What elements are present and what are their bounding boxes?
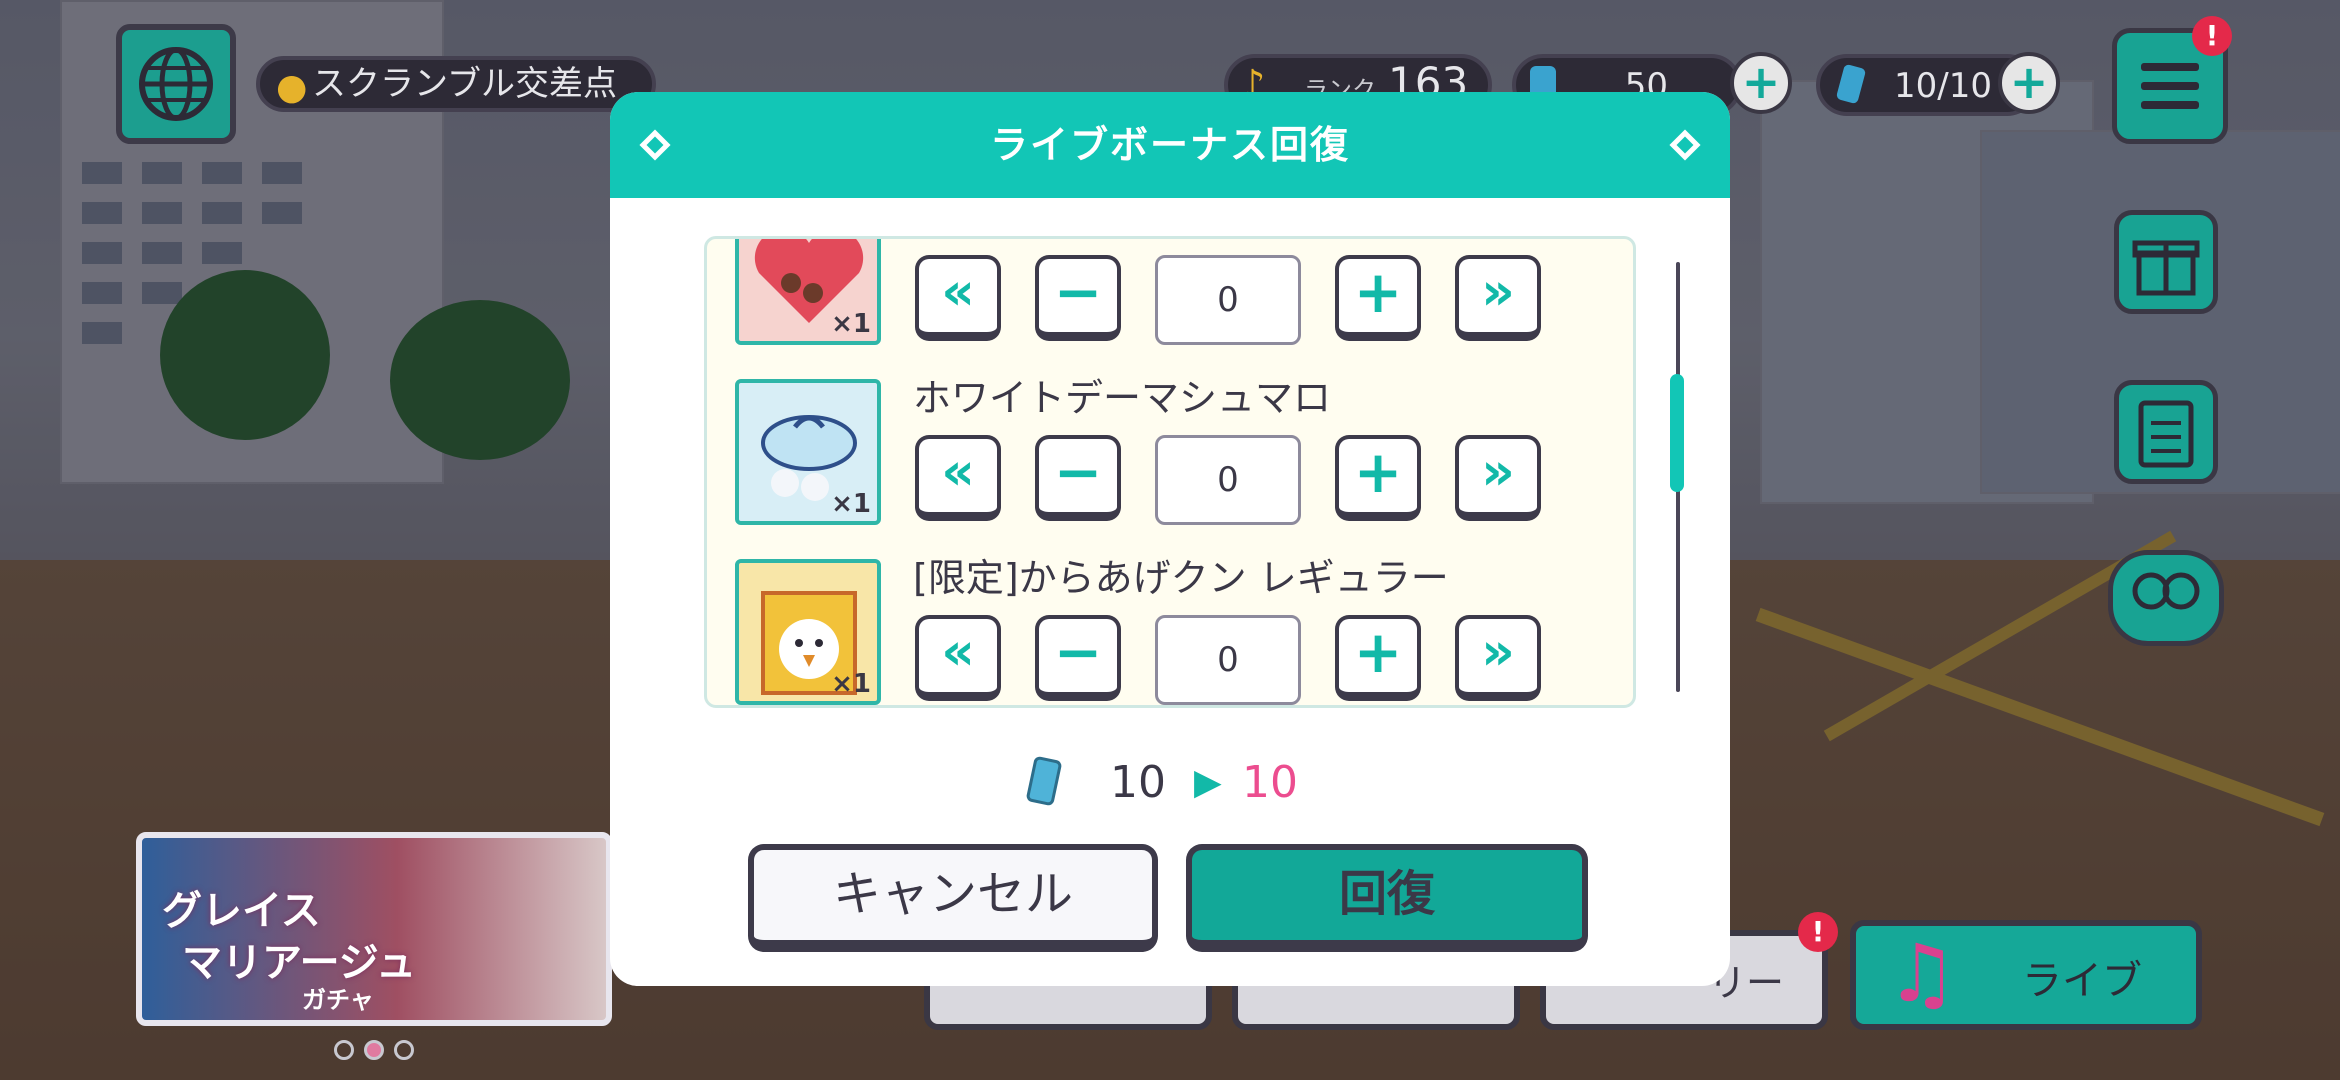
list-scrollbar-thumb[interactable] bbox=[1670, 374, 1684, 492]
decrease-button[interactable]: − bbox=[1035, 255, 1121, 341]
increase-button[interactable]: + bbox=[1335, 435, 1421, 521]
item-list[interactable]: ×1 « − 0 + » ×1 ホワイトデーマシュマロ « − 0 + » ×1… bbox=[704, 236, 1636, 708]
gacha-banner[interactable]: グレイス マリアージュ ガチャ bbox=[136, 832, 612, 1026]
cancel-button[interactable]: キャンセル bbox=[748, 844, 1158, 952]
decrease-max-button[interactable]: « bbox=[915, 615, 1001, 701]
location-pin-icon: ● bbox=[276, 67, 308, 108]
friends-icon bbox=[2132, 572, 2200, 610]
increase-max-button[interactable]: » bbox=[1455, 435, 1541, 521]
increase-max-button[interactable]: » bbox=[1455, 255, 1541, 341]
decrease-max-button[interactable]: « bbox=[915, 435, 1001, 521]
increase-button[interactable]: + bbox=[1335, 255, 1421, 341]
banner-page-dot[interactable] bbox=[394, 1040, 414, 1060]
world-map-button[interactable] bbox=[116, 24, 236, 144]
decrease-button[interactable]: − bbox=[1035, 615, 1121, 701]
add-gems-button[interactable]: + bbox=[1730, 52, 1792, 114]
mission-button[interactable] bbox=[2114, 380, 2218, 484]
quantity-field[interactable]: 0 bbox=[1155, 255, 1301, 345]
add-energy-button[interactable]: + bbox=[1998, 52, 2060, 114]
clipboard-icon bbox=[2138, 400, 2194, 468]
location-label: ● スクランブル交差点 bbox=[256, 56, 656, 112]
decrease-button[interactable]: − bbox=[1035, 435, 1121, 521]
banner-page-dot-active[interactable] bbox=[364, 1040, 384, 1060]
item-icon: ×1 bbox=[735, 239, 881, 345]
item-icon: ×1 bbox=[735, 379, 881, 525]
increase-button[interactable]: + bbox=[1335, 615, 1421, 701]
arrow-right-icon: ▶ bbox=[1194, 762, 1222, 803]
menu-notification-badge: ! bbox=[2192, 16, 2232, 56]
quantity-field[interactable]: 0 bbox=[1155, 615, 1301, 705]
friends-button[interactable] bbox=[2108, 550, 2224, 646]
music-note-icon: ♫ bbox=[1886, 927, 1958, 1020]
live-bonus-recovery-dialog: ライブボーナス回復 ×1 « − 0 + » ×1 ホワイトデーマシュマロ « … bbox=[610, 92, 1730, 986]
energy-drink-icon bbox=[1025, 755, 1063, 807]
quantity-field[interactable]: 0 bbox=[1155, 435, 1301, 525]
energy-change-row: 10 ▶ 10 bbox=[610, 748, 1730, 818]
dialog-title: ライブボーナス回復 bbox=[989, 123, 1350, 167]
increase-max-button[interactable]: » bbox=[1455, 615, 1541, 701]
gift-button[interactable] bbox=[2114, 210, 2218, 314]
globe-icon bbox=[139, 47, 213, 121]
gift-icon bbox=[2132, 240, 2200, 296]
energy-drink-icon bbox=[1835, 63, 1867, 105]
item-name: ホワイトデーマシュマロ bbox=[913, 376, 1332, 420]
decrease-max-button[interactable]: « bbox=[915, 255, 1001, 341]
recover-button[interactable]: 回復 bbox=[1186, 844, 1588, 952]
item-icon: ×1 bbox=[735, 559, 881, 705]
item-name: [限定]からあげクン レギュラー bbox=[913, 556, 1449, 600]
banner-page-dot[interactable] bbox=[334, 1040, 354, 1060]
live-button[interactable]: ♫ ライブ bbox=[1850, 920, 2202, 1030]
story-notification-badge: ! bbox=[1798, 912, 1838, 952]
